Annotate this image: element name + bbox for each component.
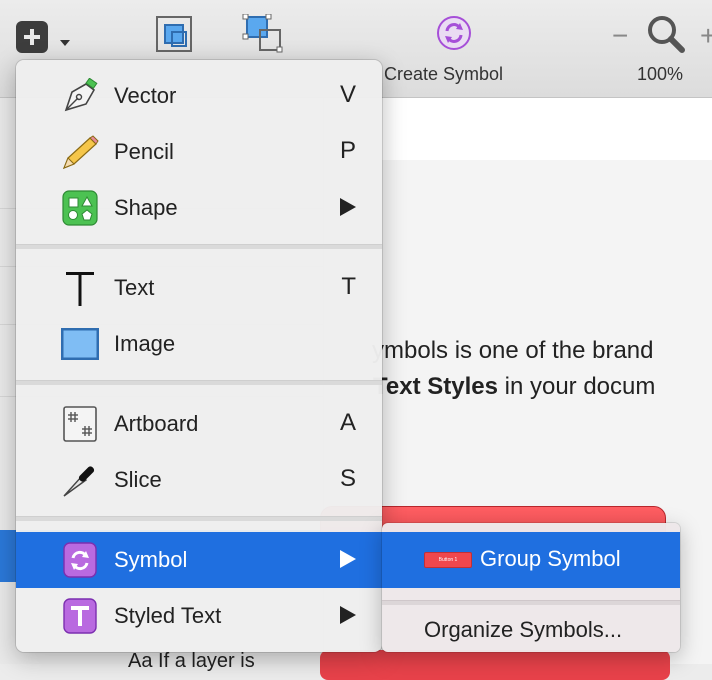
menu-separator: [16, 244, 382, 249]
canvas-text-rest: in your docum: [497, 373, 656, 400]
shortcut-key: P: [339, 137, 356, 164]
artboard-icon: [63, 406, 97, 442]
styled-text-icon: [63, 598, 97, 634]
menu-item-label: Vector: [114, 83, 177, 108]
symbol-thumbnail: Button 1: [424, 552, 472, 568]
submenu-item-label: Group Symbol: [480, 546, 621, 571]
menu-item-vector[interactable]: Vector V: [16, 68, 382, 124]
zoom-level: 100%: [637, 64, 684, 84]
insert-button[interactable]: [16, 21, 48, 53]
menu-item-artboard[interactable]: Artboard A: [16, 396, 382, 452]
text-icon: [66, 272, 94, 306]
symbol-submenu: Button 1 Group Symbol Organize Symbols..…: [382, 523, 680, 652]
group-icon[interactable]: [154, 14, 194, 54]
insert-menu: Vector V Pencil P Shape Text T Image Art…: [16, 60, 382, 652]
menu-item-label: Shape: [114, 195, 178, 220]
menu-item-label: Text: [114, 275, 155, 300]
image-icon: [61, 328, 99, 360]
symbol-icon: [63, 542, 97, 578]
menu-item-styled-text[interactable]: Styled Text: [16, 588, 382, 644]
bold-text: Text Styles: [373, 373, 498, 400]
shortcut-key: V: [339, 81, 356, 108]
menu-item-label: Symbol: [114, 547, 188, 572]
ungroup-icon[interactable]: [242, 14, 284, 54]
menu-item-slice[interactable]: Slice S: [16, 452, 382, 508]
submenu-arrow-icon: [340, 198, 356, 216]
menu-separator: [16, 380, 382, 385]
menu-item-image[interactable]: Image: [16, 316, 382, 372]
menu-separator: [16, 516, 382, 521]
menu-item-label: Styled Text: [114, 603, 222, 628]
pen-icon: [64, 78, 98, 112]
layer-text-preview: Aa If a layer is: [128, 650, 255, 672]
submenu-arrow-icon: [340, 550, 356, 568]
pencil-icon: [62, 135, 99, 170]
menu-item-pencil[interactable]: Pencil P: [16, 124, 382, 180]
zoom-out-button[interactable]: −: [612, 22, 628, 50]
create-symbol-label[interactable]: Create Symbol: [384, 64, 503, 85]
submenu-item-organize-symbols[interactable]: Organize Symbols...: [382, 603, 680, 659]
knife-icon: [63, 466, 95, 497]
submenu-item-group-symbol[interactable]: Button 1 Group Symbol: [382, 532, 680, 588]
menu-item-label: Artboard: [114, 411, 199, 436]
menu-item-symbol[interactable]: Symbol: [16, 532, 382, 588]
magnifier-icon[interactable]: [646, 14, 686, 54]
canvas-text-line: Text Styles in your docum: [373, 373, 655, 401]
create-symbol-icon[interactable]: [436, 15, 472, 51]
menu-item-label: Image: [114, 331, 176, 356]
artboard-header: [324, 98, 712, 160]
menu-item-label: Pencil: [114, 139, 174, 164]
plus-icon: [24, 29, 40, 45]
submenu-arrow-icon: [340, 606, 356, 624]
shortcut-key: S: [339, 465, 356, 492]
shortcut-key: T: [341, 273, 356, 300]
zoom-in-button[interactable]: +: [700, 22, 712, 50]
shortcut-key: A: [339, 409, 356, 436]
menu-item-shape[interactable]: Shape: [16, 180, 382, 236]
menu-item-text[interactable]: Text T: [16, 260, 382, 316]
menu-item-label: Slice: [114, 467, 162, 492]
canvas-text-line: ymbols is one of the brand: [372, 337, 654, 364]
shape-icon: [62, 190, 98, 226]
chevron-down-icon[interactable]: [60, 40, 70, 47]
submenu-item-label: Organize Symbols...: [424, 617, 623, 642]
